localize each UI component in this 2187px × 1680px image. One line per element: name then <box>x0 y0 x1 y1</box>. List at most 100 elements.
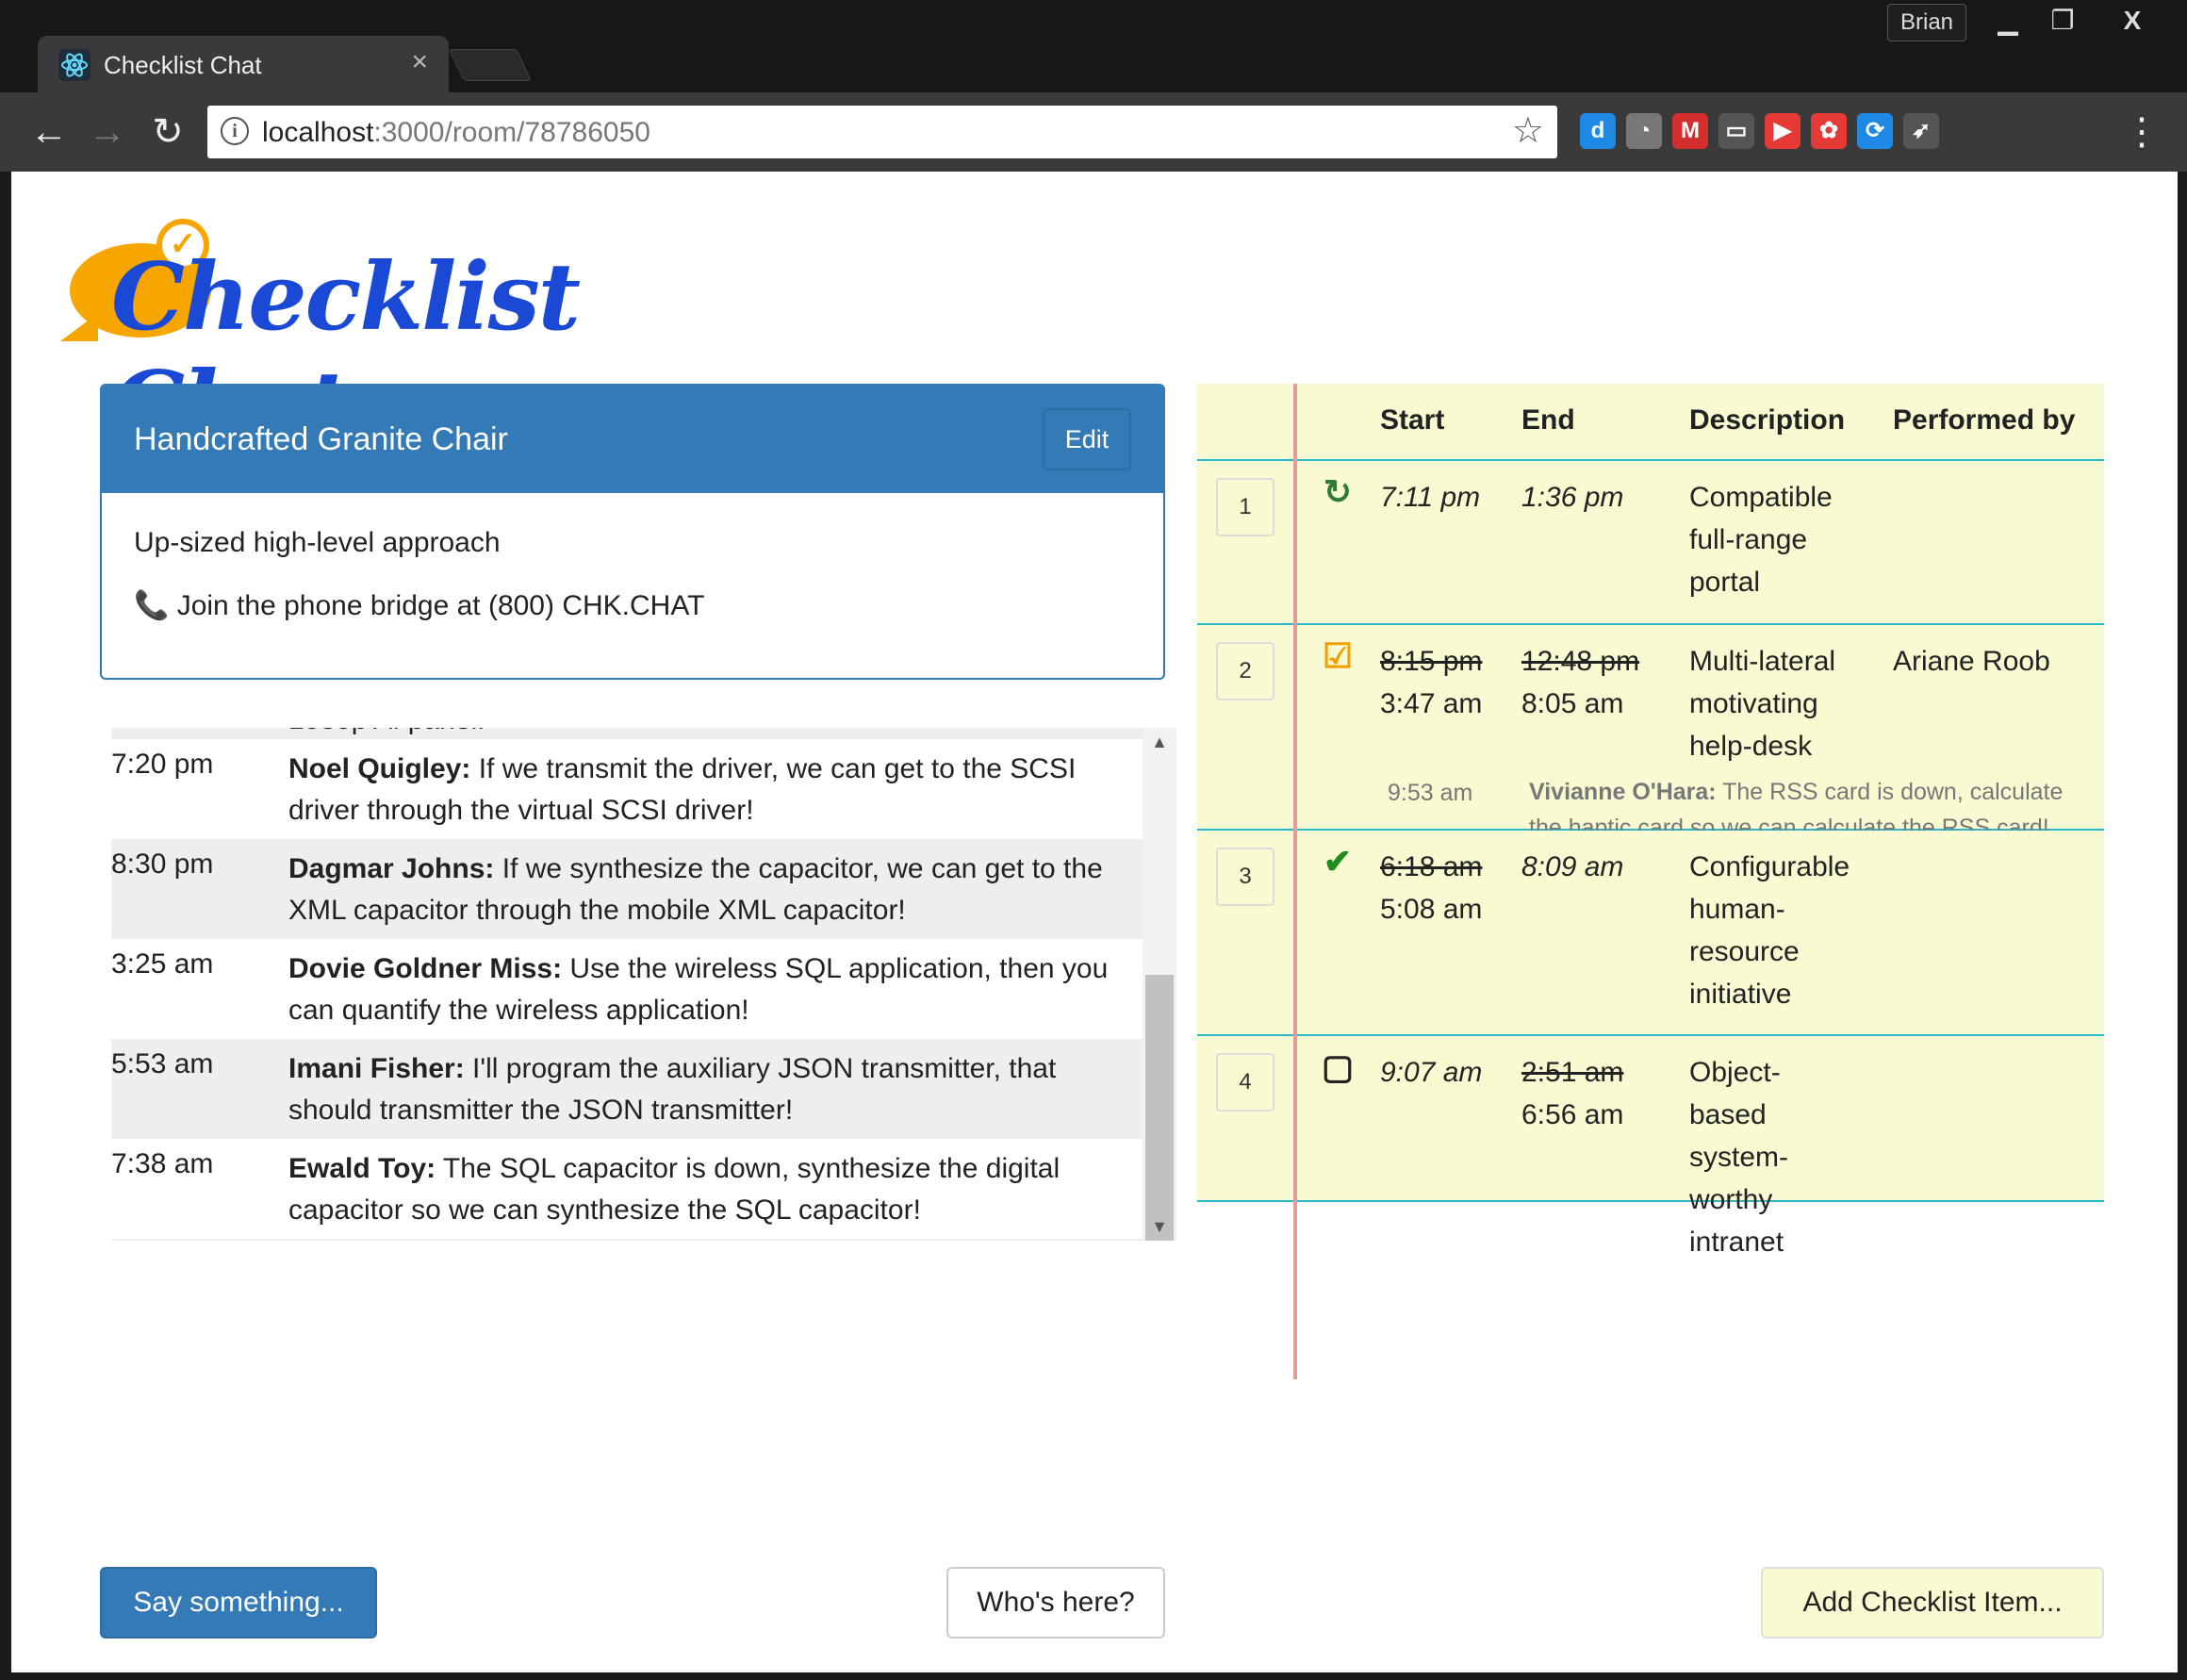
youtube-icon[interactable]: ▶ <box>1765 113 1801 149</box>
address-bar[interactable]: i localhost:3000/room/78786050 ☆ <box>207 106 1557 158</box>
gmail-icon[interactable]: M <box>1672 113 1708 149</box>
cast-icon[interactable]: ▭ <box>1718 113 1754 149</box>
browser-tab[interactable]: Checklist Chat × <box>38 36 449 92</box>
description-line: worthy <box>1689 1184 1773 1215</box>
chat-message-body: Noel Quigley: If we transmit the driver,… <box>288 749 1143 832</box>
description-line: portal <box>1689 567 1761 598</box>
description-line: Compatible <box>1689 482 1833 513</box>
checklist-chat-logo: ✓ Checklist Chat <box>60 200 598 460</box>
rocket-icon[interactable]: ➶ <box>1903 113 1939 149</box>
description-cell: Object-based system-worthy intranet <box>1689 1051 1788 1263</box>
checklist-header: Start End Description Performed by <box>1197 384 2104 461</box>
forward-icon[interactable]: → <box>81 106 134 158</box>
checklist-row: 1 ↻ 7:11 pm 1:36 pm Compatible full-range port… <box>1197 461 2104 625</box>
description-line: initiative <box>1689 979 1792 1010</box>
status-in-progress-icon[interactable]: ↻ <box>1320 474 1356 510</box>
bookmark-star-icon[interactable]: ☆ <box>1512 109 1544 152</box>
description-cell: Configurable human-resource initiative <box>1689 846 1850 1015</box>
chat-log[interactable]: 1080p AI panel! 7:20 pm Noel Quigley: If w… <box>111 728 1176 1241</box>
status-checked-box-icon[interactable]: ☑ <box>1320 638 1356 674</box>
minimize-icon[interactable]: ▁ <box>1978 0 2038 41</box>
description-line: Object- <box>1689 1057 1781 1088</box>
edit-room-button[interactable]: Edit <box>1043 408 1131 470</box>
chat-message-time: 7:20 pm <box>111 749 214 780</box>
browser-menu-icon[interactable]: ⋮ <box>2123 109 2161 155</box>
description-line: human- <box>1689 894 1785 925</box>
sync-icon[interactable]: ⟳ <box>1857 113 1893 149</box>
back-icon[interactable]: ← <box>23 106 75 158</box>
item-number-button[interactable]: 4 <box>1216 1053 1274 1112</box>
description-line: Configurable <box>1689 851 1850 882</box>
item-number-button[interactable]: 3 <box>1216 848 1274 906</box>
start-cell: 8:15 pm 3:47 am <box>1380 640 1482 725</box>
browser-titlebar: Checklist Chat × Brian ▁ ❐ X <box>0 0 2187 92</box>
chat-message-author: Noel Quigley: <box>288 753 471 784</box>
info-icon[interactable]: i <box>221 117 249 145</box>
checklist-row: 4 ▢ 9:07 am 2:51 am 6:56 am Object-based syste… <box>1197 1036 2104 1258</box>
chat-message-author: Imani Fisher: <box>288 1053 465 1084</box>
close-window-icon[interactable]: X <box>2102 0 2162 41</box>
chat-message: 7:20 pm Noel Quigley: If we transmit the … <box>111 739 1143 839</box>
scroll-down-arrow-icon[interactable]: ▼ <box>1143 1212 1176 1241</box>
room-description: Up-sized high-level approach <box>134 527 501 558</box>
say-something-button[interactable]: Say something... <box>100 1567 377 1639</box>
maximize-icon[interactable]: ❐ <box>2032 0 2093 41</box>
reload-icon[interactable]: ↻ <box>141 106 194 158</box>
item-number-button[interactable]: 1 <box>1216 478 1274 536</box>
start-planned-time: 6:18 am <box>1380 851 1483 882</box>
scroll-thumb[interactable] <box>1145 975 1174 1241</box>
chat-message-partial: 1080p AI panel! <box>111 728 1143 739</box>
description-line: Multi-lateral <box>1689 646 1836 677</box>
room-panel: Handcrafted Granite Chair Edit Up-sized … <box>100 384 1165 680</box>
end-planned-time: 2:51 am <box>1521 1057 1624 1088</box>
tab-close-icon[interactable]: × <box>411 45 428 79</box>
chat-scrollbar[interactable]: ▲ ▼ <box>1143 728 1176 1241</box>
chat-message-time: 3:25 am <box>111 948 214 980</box>
start-actual-time: 5:08 am <box>1380 894 1483 925</box>
description-line: full-range <box>1689 524 1808 555</box>
url-text[interactable]: localhost:3000/room/78786050 <box>262 117 650 149</box>
end-planned-time: 1:36 pm <box>1521 482 1624 513</box>
end-actual-time: 6:56 am <box>1521 1099 1624 1130</box>
description-cell: Multi-lateral motivating help-desk <box>1689 640 1835 767</box>
react-favicon-icon <box>58 49 90 81</box>
react-icon[interactable]: ✿ <box>1811 113 1847 149</box>
note-time: 9:53 am <box>1388 780 1473 806</box>
browser-toolbar: ← → ↻ i localhost:3000/room/78786050 ☆ d… <box>0 92 2187 172</box>
note-author: Vivianne O'Hara: <box>1529 779 1717 805</box>
new-tab-button[interactable] <box>449 49 532 81</box>
d-icon[interactable]: d <box>1580 113 1616 149</box>
end-cell: 1:36 pm <box>1521 476 1623 519</box>
description-cell: Compatible full-range portal <box>1689 476 1833 603</box>
chat-message: 8:56 amVeronica Kirlin: The ADP feed is … <box>111 1239 1143 1241</box>
chat-message-body: Dagmar Johns: If we synthesize the capac… <box>288 848 1143 931</box>
chat-message: 7:38 am Ewald Toy: The SQL capacitor is d… <box>111 1139 1143 1239</box>
header-description: Description <box>1689 404 1846 436</box>
start-planned-time: 8:15 pm <box>1380 646 1483 677</box>
checklist-row: 3 ✔ 6:18 am 5:08 am 8:09 am Configurable human… <box>1197 831 2104 1036</box>
scroll-up-arrow-icon[interactable]: ▲ <box>1143 728 1176 756</box>
chat-message: 5:53 am Imani Fisher: I'll program the au… <box>111 1039 1143 1139</box>
performed-by-cell: Ariane Roob <box>1893 646 2050 677</box>
chat-message-body: Imani Fisher: I'll program the auxiliary… <box>288 1048 1143 1131</box>
page-content: ✓ Checklist Chat Handcrafted Granite Cha… <box>11 172 2178 1672</box>
status-not-started-icon[interactable]: ▢ <box>1320 1049 1356 1085</box>
phone-bridge: 📞 Join the phone bridge at (800) CHK.CHA… <box>134 589 704 622</box>
chat-message: 8:30 pm Dagmar Johns: If we synthesize th… <box>111 839 1143 939</box>
end-planned-time: 8:09 am <box>1521 851 1624 882</box>
end-cell: 12:48 pm 8:05 am <box>1521 640 1639 725</box>
checklist-row: 2 ☑ 8:15 pm 3:47 am 12:48 pm 8:05 am Multi-lat… <box>1197 625 2104 841</box>
chat-message-time: 5:53 am <box>111 1048 214 1079</box>
room-heading: Handcrafted Granite Chair Edit <box>102 386 1163 493</box>
header-end: End <box>1521 404 1575 436</box>
item-number-button[interactable]: 2 <box>1216 642 1274 700</box>
status-complete-icon[interactable]: ✔ <box>1320 844 1356 880</box>
chat-message-author: Dovie Goldner Miss: <box>288 953 563 984</box>
whos-here-button[interactable]: Who's here? <box>946 1567 1165 1639</box>
chat-message-body: Ewald Toy: The SQL capacitor is down, sy… <box>288 1148 1143 1231</box>
rss-icon[interactable]: ◔ <box>1626 113 1662 149</box>
start-cell: 7:11 pm <box>1380 476 1480 519</box>
description-line: intranet <box>1689 1227 1784 1258</box>
profile-button[interactable]: Brian <box>1887 4 1966 41</box>
add-checklist-item-button[interactable]: Add Checklist Item... <box>1761 1567 2104 1639</box>
